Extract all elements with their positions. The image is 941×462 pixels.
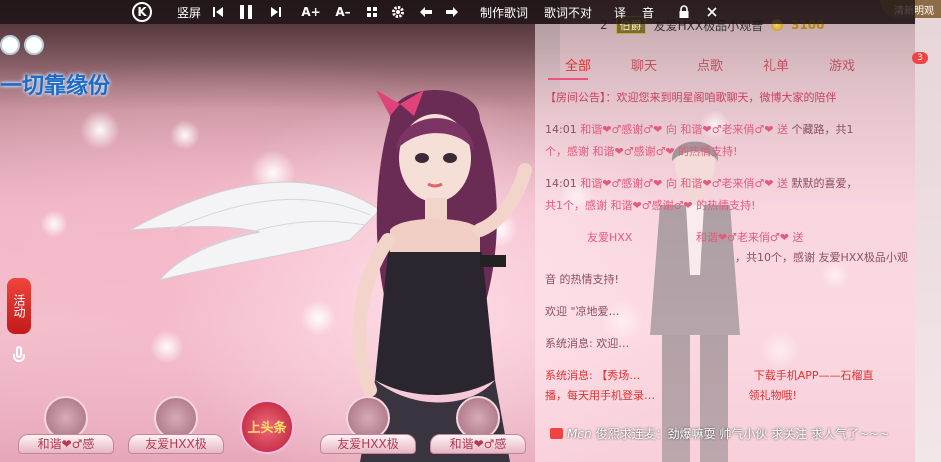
chat-message: ，共10个，感谢 友爱HXX极品小观: [545, 248, 910, 268]
room-slogan: 一切靠缘份: [0, 74, 111, 99]
message-text: 俊熙求连麦：劲爆嘛耍 帅气小伙 求关注 求人气了~~~: [595, 427, 890, 441]
message-text: ，共10个，感谢 友爱HXX极品小观: [735, 251, 908, 264]
message-text: 下载手机APP——石榴直: [753, 369, 874, 382]
right-edge-bar: [915, 0, 941, 462]
font-larger-button[interactable]: A+: [300, 3, 322, 21]
indicator-dot: [0, 35, 20, 55]
chat-message: 音 的热情支持!: [545, 270, 910, 290]
translate-button[interactable]: 译: [612, 3, 628, 21]
tab-all[interactable]: 全部: [545, 55, 611, 77]
chat-message: 播，每天用手机登录… 领礼物哦!: [545, 386, 910, 406]
chat-message: 系统消息: 欢迎…: [545, 337, 630, 350]
skip-forward-icon[interactable]: [266, 3, 286, 21]
activity-button[interactable]: 活动: [7, 278, 31, 334]
room-indicator-dots: [0, 35, 44, 55]
chat-message: 友爱HXX 和谐❤♂老来俏♂❤ 送: [545, 228, 910, 248]
bottom-chat-line: Mcn 俊熙求连麦：劲爆嘛耍 帅气小伙 求关注 求人气了~~~: [550, 425, 889, 442]
seat-label: 和谐❤♂感: [430, 434, 526, 454]
chat-message: 个，感谢 和谐❤♂感谢♂❤ 的热情支持!: [545, 142, 910, 162]
message-text: 共1个，感谢 和谐❤♂感谢♂❤ 的热情支持!: [545, 199, 756, 212]
chat-message: 欢迎 "凉地爱…: [545, 305, 620, 318]
gear-icon[interactable]: [388, 3, 408, 21]
grid-icon[interactable]: [362, 3, 382, 21]
chat-message: 系统消息: 【秀场… 下载手机APP——石榴直: [545, 366, 910, 386]
seat-strip: 和谐❤♂感 友爱HXX极 上头条 友爱HXX极 和谐❤♂感: [0, 380, 540, 462]
user-name[interactable]: Mcn: [567, 427, 592, 441]
message-text: 个，感谢 和谐❤♂感谢♂❤ 的热情支持!: [545, 145, 738, 158]
tab-chat[interactable]: 聊天: [611, 55, 677, 77]
tab-games[interactable]: 游戏: [809, 55, 875, 77]
announcement: 【房间公告】：欢迎您来到明星阁咱歌聊天，微博大家的陪伴: [545, 91, 837, 104]
seat-2[interactable]: 友爱HXX极: [128, 396, 224, 454]
seat-3[interactable]: 友爱HXX极: [320, 396, 416, 454]
message-text: 和谐❤♂老来俏♂❤ 送: [695, 231, 804, 244]
arrow-right-icon[interactable]: [442, 3, 462, 21]
headline-button[interactable]: 上头条: [240, 400, 294, 454]
active-tab-indicator: [548, 78, 588, 80]
chat-tabs: 全部 聊天 点歌 礼单 游戏: [545, 55, 910, 77]
seat-4[interactable]: 和谐❤♂感: [430, 396, 526, 454]
message-text: 音 的热情支持!: [545, 273, 619, 286]
message-text: 友爱HXX: [587, 231, 633, 244]
message-text: 和谐❤♂感谢♂❤ 向 和谐❤♂老来俏♂❤ 送: [580, 123, 789, 136]
sparkle: [170, 120, 200, 150]
tab-songs[interactable]: 点歌: [677, 55, 743, 77]
chat-message: 14:01 和谐❤♂感谢♂❤ 向 和谐❤♂老来俏♂❤ 送 个藏路，共1: [545, 123, 854, 136]
seat-1[interactable]: 和谐❤♂感: [18, 396, 114, 454]
close-icon[interactable]: [702, 3, 722, 21]
make-lyrics-button[interactable]: 制作歌词: [478, 3, 530, 21]
tab-gifts[interactable]: 礼单: [743, 55, 809, 77]
message-text: 和谐❤♂感谢♂❤ 向 和谐❤♂老来俏♂❤ 送: [580, 177, 789, 190]
chat-bubble-icon: [550, 428, 563, 439]
arrow-left-icon[interactable]: [416, 3, 436, 21]
seat-label: 友爱HXX极: [128, 434, 224, 454]
lock-icon[interactable]: [674, 3, 694, 21]
seat-label: 和谐❤♂感: [18, 434, 114, 454]
notification-count: 3: [912, 52, 928, 64]
lyrics-toolbar: K 竖屏 A+ A– 制作歌词 歌词不对 译 音: [0, 0, 915, 24]
message-text: 领礼物哦!: [748, 389, 797, 402]
indicator-dot: [24, 35, 44, 55]
font-smaller-button[interactable]: A–: [332, 3, 354, 21]
message-text: 播，每天用手机登录…: [545, 389, 655, 402]
microphone-icon[interactable]: [12, 346, 26, 368]
sparkle: [40, 210, 68, 238]
sparkle: [150, 330, 184, 364]
seat-label: 友爱HXX极: [320, 434, 416, 454]
skip-back-icon[interactable]: [208, 3, 228, 21]
portrait-button[interactable]: 竖屏: [176, 3, 202, 21]
message-text: 默默的喜爱，: [791, 177, 858, 190]
message-text: 个藏路，共1: [791, 123, 854, 136]
chat-message: 14:01 和谐❤♂感谢♂❤ 向 和谐❤♂老来俏♂❤ 送 默默的喜爱，: [545, 177, 858, 190]
lyrics-wrong-button[interactable]: 歌词不对: [542, 3, 594, 21]
k-logo-icon[interactable]: K: [132, 2, 152, 22]
sound-button[interactable]: 音: [640, 3, 656, 21]
message-text: 系统消息: 【秀场…: [545, 369, 641, 382]
chat-message: 共1个，感谢 和谐❤♂感谢♂❤ 的热情支持!: [545, 196, 910, 216]
pause-icon[interactable]: [236, 3, 256, 21]
sparkle: [80, 110, 120, 150]
